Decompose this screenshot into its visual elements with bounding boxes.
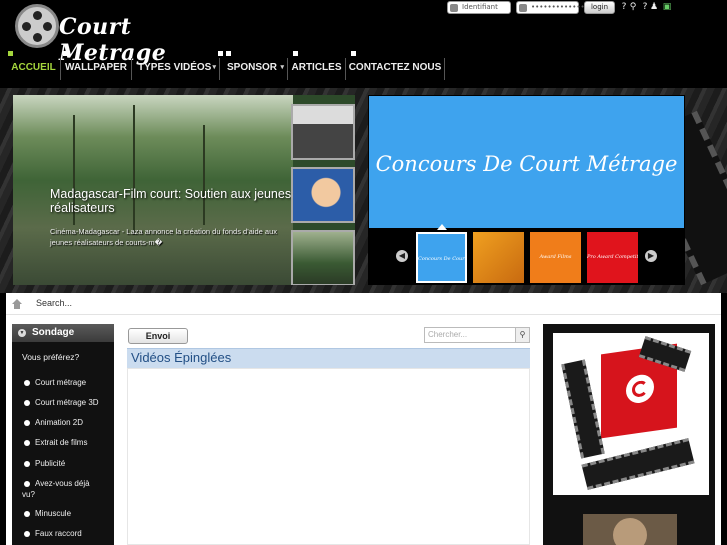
content-area: Search... ▼ Sondage Vous préférez? Court…	[6, 293, 721, 545]
tunisia-film-ad-image[interactable]	[553, 333, 709, 495]
carousel-next-arrow-icon[interactable]: ▶	[645, 250, 657, 262]
poll-question: Vous préférez?	[22, 352, 80, 362]
carousel-tile[interactable]: Concours De Court Métrage	[416, 232, 467, 283]
password-field[interactable]: •••••••••••••	[516, 1, 585, 14]
search-placeholder: Chercher...	[428, 330, 468, 339]
poll-option[interactable]: Publicité	[22, 458, 114, 469]
password-mask: •••••••••••••	[531, 3, 585, 11]
carousel-tile[interactable]: Award Films	[530, 232, 581, 283]
slide-title[interactable]: Madagascar-Film court: Soutien aux jeune…	[50, 187, 300, 215]
film-reel-icon	[15, 4, 59, 48]
contest-banner-text: Concours De Court Métrage	[375, 152, 678, 176]
slide-thumbnail[interactable]	[291, 104, 355, 160]
news-slider[interactable]: Madagascar-Film court: Soutien aux jeune…	[13, 95, 355, 285]
caret-down-icon: ▾	[212, 64, 216, 71]
radio-button[interactable]	[24, 439, 30, 446]
username-field[interactable]: Identifiant	[447, 1, 511, 14]
main-column: Envoi Chercher... ⚲ Vidéos Épinglées	[126, 324, 531, 545]
poll-module: ▼ Sondage Vous préférez? Court métrage C…	[12, 324, 114, 545]
username-placeholder: Identifiant	[462, 3, 498, 11]
carousel-tile[interactable]: Pro Award Competition	[587, 232, 638, 283]
nav-item-sponsor[interactable]: SPONSOR ▾	[220, 51, 288, 80]
pinned-videos-list	[127, 368, 530, 545]
home-icon[interactable]	[12, 299, 22, 309]
site-logo[interactable]: Court Metrage	[15, 4, 225, 66]
nav-item-contactez-nous[interactable]: CONTACTEZ NOUS	[346, 51, 445, 80]
radio-button[interactable]	[24, 379, 30, 386]
radio-button[interactable]	[24, 530, 30, 537]
animation-ad-image[interactable]	[583, 514, 677, 545]
radio-button[interactable]	[24, 460, 30, 467]
contest-banner[interactable]: Concours De Court Métrage	[369, 96, 684, 228]
site-header: Court Metrage Identifiant ••••••••••••• …	[0, 0, 727, 88]
slide-thumbnail[interactable]	[291, 230, 355, 285]
search-icon[interactable]: ⚲	[515, 328, 529, 342]
radio-button[interactable]	[24, 480, 30, 487]
login-button[interactable]: login	[584, 1, 615, 14]
slide-text: Cinéma-Madagascar - Laza annonce la créa…	[50, 227, 277, 247]
envoi-button[interactable]: Envoi	[128, 328, 188, 344]
carousel-prev-arrow-icon[interactable]: ◀	[396, 250, 408, 262]
key-icon	[519, 4, 527, 12]
nav-item-accueil[interactable]: ACCUEIL	[7, 51, 61, 80]
user-icon	[450, 4, 458, 12]
caret-down-icon: ▾	[280, 64, 284, 71]
poll-option[interactable]: Animation 2D	[22, 417, 114, 428]
radio-button[interactable]	[24, 419, 30, 426]
radio-button[interactable]	[24, 510, 30, 517]
poll-option[interactable]: Court métrage 3D	[22, 397, 114, 408]
register-icon[interactable]: ▣	[659, 1, 675, 13]
slide-thumbnail[interactable]	[291, 167, 355, 223]
pinned-videos-header: Vidéos Épinglées	[127, 348, 530, 368]
hero-banner: Madagascar-Film court: Soutien aux jeune…	[0, 88, 727, 293]
nav-item-wallpaper[interactable]: WALLPAPER	[61, 51, 132, 80]
poll-option[interactable]: Minuscule	[22, 508, 114, 519]
search-input[interactable]: Chercher... ⚲	[424, 327, 530, 343]
nav-item-articles[interactable]: ARTICLES	[288, 51, 346, 80]
breadcrumb-search: Search...	[36, 298, 73, 308]
nav-item-types-videos[interactable]: TYPES VIDÉOS ▾	[132, 51, 223, 80]
collapse-icon[interactable]: ▼	[18, 329, 26, 337]
forgot-password-icon[interactable]: ⚲	[627, 1, 639, 13]
poll-title: ▼ Sondage	[12, 324, 114, 342]
breadcrumb: Search...	[6, 293, 721, 315]
radio-button[interactable]	[24, 399, 30, 406]
poll-option[interactable]: Extrait de films	[22, 437, 114, 448]
poll-option[interactable]: Faux raccord	[22, 528, 114, 539]
poll-option[interactable]: Avez-vous déjà vu?	[22, 478, 102, 500]
carousel-tile[interactable]	[473, 232, 524, 283]
pinned-videos-title: Vidéos Épinglées	[131, 350, 232, 365]
poll-option[interactable]: Court métrage	[22, 377, 114, 388]
contest-carousel[interactable]: Concours De Court Métrage ◀ Concours De …	[368, 95, 685, 285]
sidebar-right	[543, 324, 715, 545]
